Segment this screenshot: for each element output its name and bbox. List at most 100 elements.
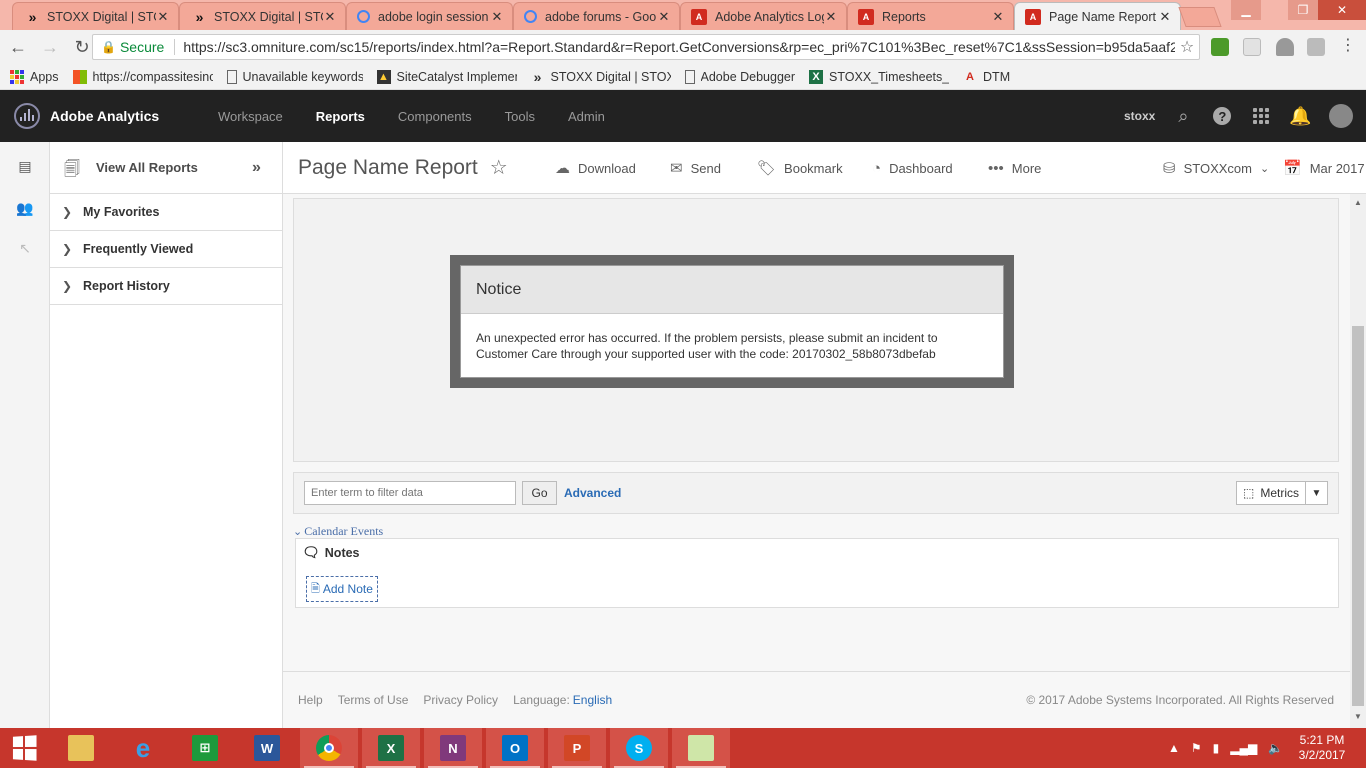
bookmark-button[interactable]: 🏷 Bookmark (757, 142, 843, 194)
battery-icon[interactable]: ▮ (1213, 741, 1220, 755)
browser-tab-adobe-forums[interactable]: adobe forums - Goo ✕ (513, 2, 680, 30)
maximize-window-button[interactable]: ❐ (1288, 0, 1318, 20)
help-icon[interactable]: ? (1212, 106, 1232, 126)
extension-pdf-icon[interactable] (1243, 38, 1261, 56)
excel-icon[interactable]: X (362, 728, 420, 768)
close-icon[interactable]: ✕ (824, 9, 838, 25)
calendar-events-toggle[interactable]: ⌄ Calendar Events (293, 524, 383, 539)
minimize-window-button[interactable]: ▁ (1231, 0, 1261, 20)
bookmark-adobe-debugger[interactable]: Adobe Debugger (684, 69, 795, 84)
browser-tab-analytics-login[interactable]: A Adobe Analytics Log ✕ (680, 2, 847, 30)
file-explorer-icon[interactable] (52, 728, 110, 768)
go-button[interactable]: Go (522, 481, 557, 505)
internet-explorer-icon[interactable]: e (114, 728, 172, 768)
download-button[interactable]: ☁ Download (555, 142, 636, 194)
collapse-panel-icon[interactable]: » (252, 159, 282, 177)
bookmark-star-icon[interactable]: ☆ (1175, 37, 1199, 57)
url-text[interactable]: https://sc3.omniture.com/sc15/reports/in… (183, 39, 1175, 55)
chrome-icon[interactable] (300, 728, 358, 768)
onenote-icon[interactable]: N (424, 728, 482, 768)
powerpoint-icon[interactable]: P (548, 728, 606, 768)
system-clock[interactable]: 5:21 PM 3/2/2017 (1296, 733, 1348, 763)
metrics-main[interactable]: ⬚ Metrics (1237, 486, 1305, 500)
chrome-menu-icon[interactable]: ⋮ (1340, 38, 1356, 56)
bookmark-dtm[interactable]: A DTM (963, 70, 1010, 84)
skype-icon[interactable]: S (610, 728, 668, 768)
forward-arrow-icon[interactable]: → (36, 33, 64, 61)
apps-grid-icon (10, 69, 24, 84)
view-all-reports[interactable]: 🗐 View All Reports » (50, 142, 282, 194)
extension-sheets-icon[interactable] (1211, 38, 1229, 56)
users-icon[interactable]: 👥 (16, 200, 34, 216)
close-icon[interactable]: ✕ (991, 9, 1005, 25)
close-window-button[interactable]: ✕ (1318, 0, 1366, 20)
close-icon[interactable]: ✕ (657, 9, 671, 25)
bookmark-compassites[interactable]: https://compassitesinc (72, 69, 213, 84)
report-suite-selector[interactable]: ⛁ STOXXcom ⌄ (1163, 142, 1269, 194)
volume-icon[interactable]: 🔈 (1268, 741, 1283, 755)
sidebar-item-report-history[interactable]: ❯ Report History (50, 268, 282, 305)
privacy-link[interactable]: Privacy Policy (423, 693, 498, 707)
dashboard-button[interactable]: ◔ Dashboard (872, 142, 953, 194)
more-button[interactable]: ••• More (988, 142, 1041, 194)
date-range-selector[interactable]: 📅 Mar 2017 (1283, 142, 1365, 194)
avatar[interactable] (1329, 104, 1354, 128)
flag-icon[interactable]: ⚑ (1191, 741, 1202, 755)
favorite-star-icon[interactable]: ☆ (490, 155, 508, 180)
sidebar-item-my-favorites[interactable]: ❯ My Favorites (50, 194, 282, 231)
add-note-button[interactable]: 🗎 Add Note (306, 576, 378, 602)
close-icon[interactable]: ✕ (323, 9, 337, 25)
cursor-icon[interactable]: ↖ (16, 240, 34, 256)
outlook-icon[interactable]: O (486, 728, 544, 768)
bookmark-unavailable-keywords[interactable]: Unavailable keywords (226, 69, 363, 84)
bookmark-sitecatalyst[interactable]: ▲ SiteCatalyst Implemen (376, 69, 517, 84)
product-name[interactable]: Adobe Analytics (50, 108, 159, 124)
bookmark-stoxx[interactable]: » STOXX Digital | STOX (531, 69, 671, 85)
adobe-analytics-logo-icon[interactable] (14, 103, 40, 129)
browser-tab-page-name-report[interactable]: A Page Name Report ✕ (1014, 2, 1181, 30)
chevron-down-icon[interactable]: ▼ (1305, 482, 1327, 504)
word-icon[interactable]: W (238, 728, 296, 768)
scroll-down-arrow-icon[interactable]: ▼ (1350, 712, 1366, 726)
bell-icon[interactable]: 🔔 (1289, 106, 1311, 126)
close-icon[interactable]: ✕ (1158, 9, 1172, 25)
app-launcher-icon[interactable] (1251, 106, 1271, 126)
nav-components[interactable]: Components (398, 109, 472, 124)
bookmark-timesheets[interactable]: X STOXX_Timesheets_20 (809, 69, 949, 84)
notepad-icon[interactable] (672, 728, 730, 768)
close-icon[interactable]: ✕ (156, 9, 170, 25)
scroll-up-arrow-icon[interactable]: ▲ (1350, 198, 1366, 212)
advanced-link[interactable]: Advanced (564, 486, 621, 500)
network-icon[interactable]: ▂▄▆ (1230, 741, 1257, 755)
browser-tab-stoxx-1[interactable]: » STOXX Digital | STO ✕ (12, 2, 179, 30)
nav-reports[interactable]: Reports (316, 109, 365, 124)
page-scrollbar[interactable]: ▲ ▼ (1350, 194, 1366, 728)
start-button[interactable] (0, 728, 48, 768)
sidebar-item-frequently-viewed[interactable]: ❯ Frequently Viewed (50, 231, 282, 268)
close-icon[interactable]: ✕ (490, 9, 504, 25)
browser-tab-stoxx-2[interactable]: » STOXX Digital | STO ✕ (179, 2, 346, 30)
extension-g-icon[interactable] (1307, 38, 1325, 56)
nav-tools[interactable]: Tools (505, 109, 535, 124)
language-selector[interactable]: English (573, 693, 612, 707)
scrollbar-thumb[interactable] (1352, 326, 1364, 706)
send-button[interactable]: ✉ Send (670, 142, 721, 194)
bookmark-apps[interactable]: Apps (10, 69, 59, 84)
store-icon[interactable]: ⊞ (176, 728, 234, 768)
company-name[interactable]: stoxx (1124, 109, 1155, 123)
back-arrow-icon[interactable]: ← (4, 33, 32, 61)
chevron-up-icon[interactable]: ▲ (1168, 741, 1180, 755)
nav-admin[interactable]: Admin (568, 109, 605, 124)
browser-tab-adobe-login[interactable]: adobe login session ✕ (346, 2, 513, 30)
new-tab-button[interactable] (1178, 7, 1222, 27)
filter-input[interactable] (304, 481, 516, 505)
address-bar[interactable]: 🔒 Secure https://sc3.omniture.com/sc15/r… (92, 34, 1200, 60)
help-link[interactable]: Help (298, 693, 323, 707)
terms-link[interactable]: Terms of Use (338, 693, 409, 707)
nav-workspace[interactable]: Workspace (218, 109, 283, 124)
search-icon[interactable]: ⌕ (1173, 106, 1193, 126)
browser-tab-reports[interactable]: A Reports ✕ (847, 2, 1014, 30)
reports-icon[interactable]: ▤ (16, 158, 34, 174)
metrics-button[interactable]: ⬚ Metrics ▼ (1235, 481, 1328, 505)
extension-drive-icon[interactable] (1276, 38, 1294, 56)
